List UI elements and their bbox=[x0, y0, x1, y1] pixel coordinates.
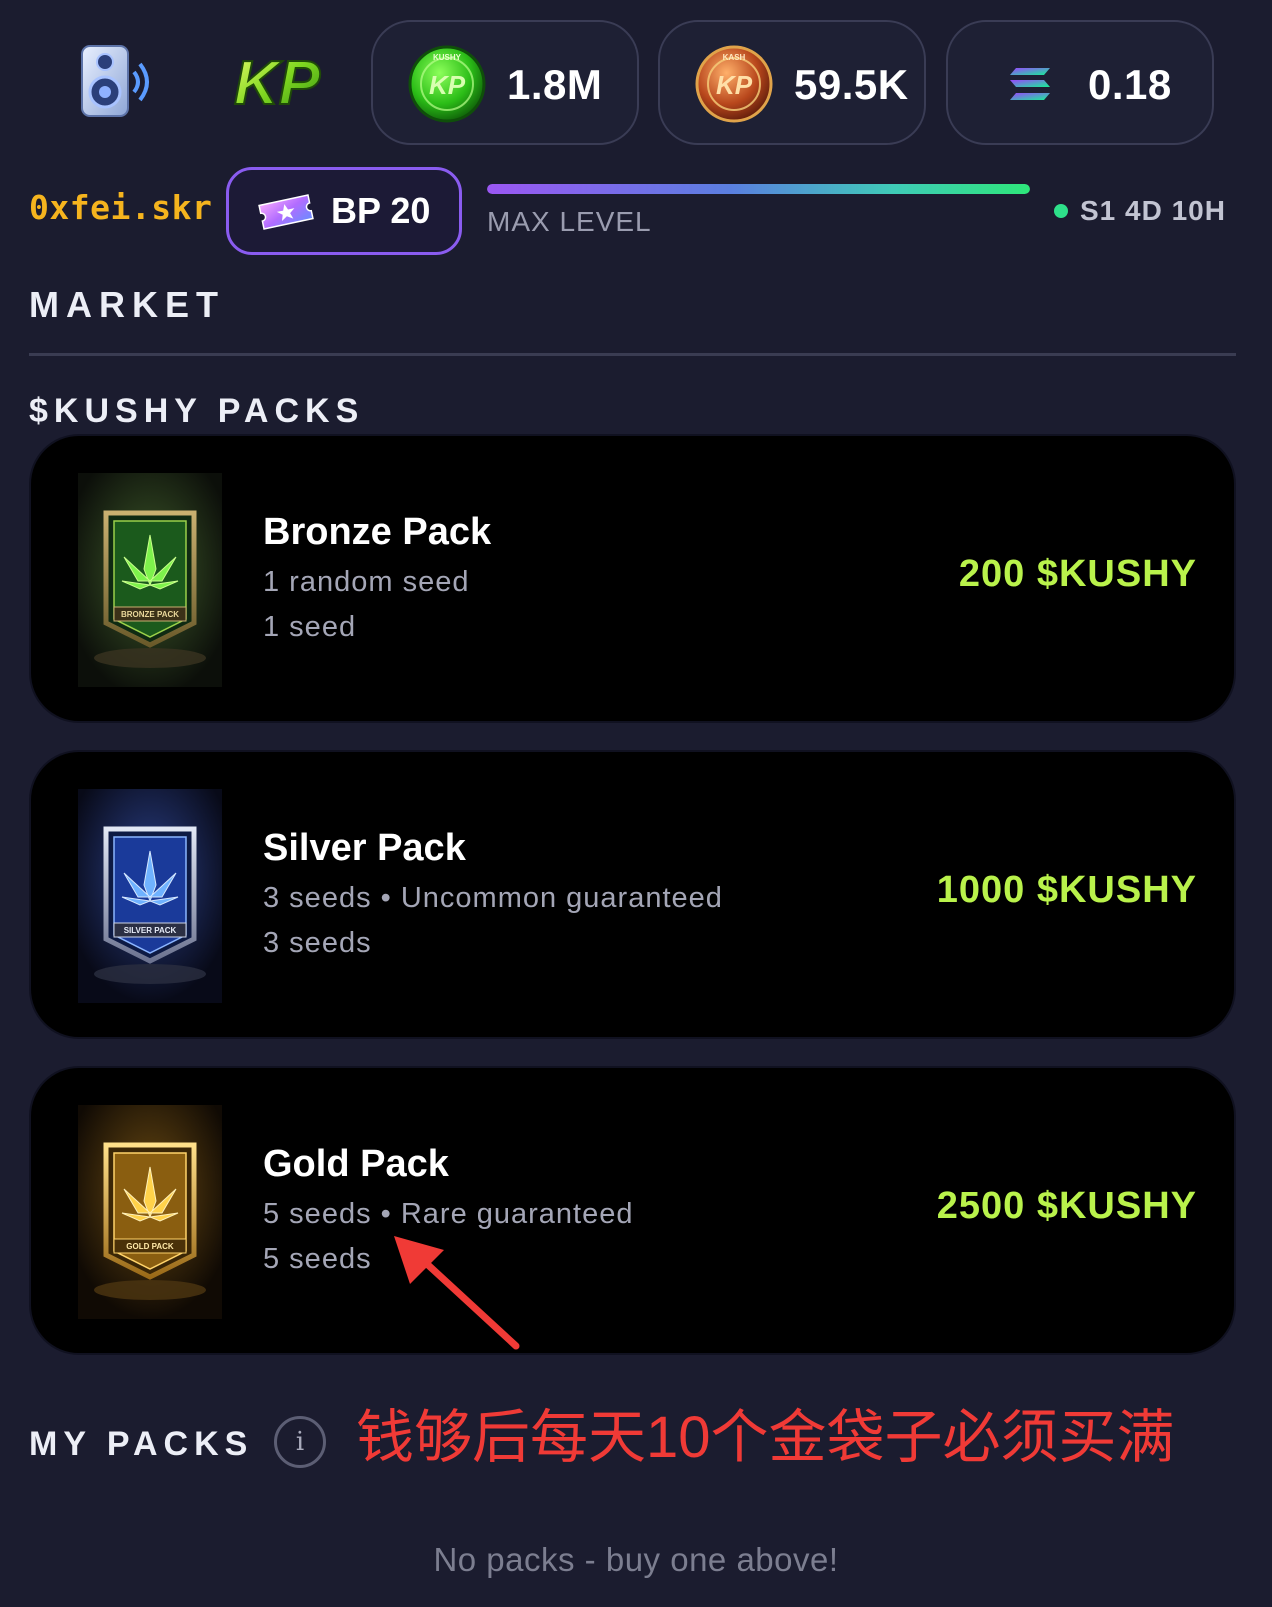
battle-pass-button[interactable]: BP 20 bbox=[226, 167, 462, 255]
pack-card-gold[interactable]: GOLD PACK Gold Pack 5 seeds • Rare guara… bbox=[31, 1068, 1234, 1353]
section-title-my-packs: MY PACKS bbox=[29, 1425, 254, 1463]
pack-description: 1 random seed bbox=[263, 566, 470, 598]
speaker-icon[interactable] bbox=[72, 42, 162, 122]
gold-pack-image: GOLD PACK bbox=[78, 1105, 222, 1319]
section-title-kushy-packs: $KUSHY PACKS bbox=[29, 392, 365, 430]
svg-text:KP: KP bbox=[716, 70, 753, 100]
pack-name: Gold Pack bbox=[263, 1143, 449, 1185]
kushy-balance[interactable]: KP KUSHY 1.8M bbox=[371, 20, 639, 145]
kash-coin-icon: KP KASH bbox=[694, 44, 774, 124]
pack-card-silver[interactable]: SILVER PACK Silver Pack 3 seeds • Uncomm… bbox=[31, 752, 1234, 1037]
annotation-arrow-icon bbox=[392, 1236, 522, 1351]
pack-card-bronze[interactable]: BRONZE PACK Bronze Pack 1 random seed 1 … bbox=[31, 436, 1234, 721]
svg-text:BRONZE PACK: BRONZE PACK bbox=[121, 610, 179, 619]
solana-balance[interactable]: 0.18 bbox=[946, 20, 1214, 145]
username[interactable]: 0xfei.skr bbox=[29, 188, 212, 227]
pack-description: 5 seeds • Rare guaranteed bbox=[263, 1198, 634, 1230]
kushy-coin-icon: KP KUSHY bbox=[407, 44, 487, 124]
kp-logo: KP bbox=[228, 42, 328, 122]
silver-pack-image: SILVER PACK bbox=[78, 789, 222, 1003]
battle-pass-level: BP 20 bbox=[331, 190, 431, 231]
svg-text:KP: KP bbox=[234, 49, 321, 118]
svg-text:KUSHY: KUSHY bbox=[433, 53, 462, 62]
pack-price[interactable]: 200 $KUSHY bbox=[959, 553, 1197, 596]
bronze-pack-image: BRONZE PACK bbox=[78, 473, 222, 687]
divider bbox=[29, 353, 1236, 356]
level-progress-bar bbox=[487, 184, 1030, 194]
svg-text:KP: KP bbox=[429, 70, 466, 100]
pack-seed-count: 1 seed bbox=[263, 611, 357, 643]
top-bar: KP KP KUSHY 1.8M KP KASH 59.5K 0.18 bbox=[0, 20, 1272, 145]
annotation-text: 钱够后每天10个金袋子必须买满 bbox=[356, 1405, 1175, 1470]
pack-name: Silver Pack bbox=[263, 827, 466, 869]
pack-price[interactable]: 2500 $KUSHY bbox=[937, 1185, 1197, 1228]
pack-name: Bronze Pack bbox=[263, 511, 492, 553]
page-title: MARKET bbox=[29, 284, 225, 325]
kushy-amount: 1.8M bbox=[507, 61, 603, 108]
ticket-icon bbox=[255, 192, 317, 232]
kash-amount: 59.5K bbox=[794, 61, 909, 108]
empty-state-message: No packs - buy one above! bbox=[433, 1541, 839, 1578]
solana-icon bbox=[1008, 66, 1052, 102]
season-status-dot bbox=[1054, 204, 1068, 218]
solana-amount: 0.18 bbox=[1088, 61, 1172, 108]
level-status: MAX LEVEL bbox=[487, 206, 652, 237]
svg-text:GOLD PACK: GOLD PACK bbox=[126, 1242, 174, 1251]
pack-seed-count: 5 seeds bbox=[263, 1243, 372, 1275]
pack-price[interactable]: 1000 $KUSHY bbox=[937, 869, 1197, 912]
pack-seed-count: 3 seeds bbox=[263, 927, 372, 959]
info-icon[interactable]: i bbox=[274, 1416, 326, 1468]
pack-description: 3 seeds • Uncommon guaranteed bbox=[263, 882, 723, 914]
svg-text:SILVER PACK: SILVER PACK bbox=[124, 926, 177, 935]
svg-text:KASH: KASH bbox=[723, 53, 746, 62]
kash-balance[interactable]: KP KASH 59.5K bbox=[658, 20, 926, 145]
level-progress-fill bbox=[487, 184, 1030, 194]
season-timer: S1 4D 10H bbox=[1080, 195, 1226, 226]
